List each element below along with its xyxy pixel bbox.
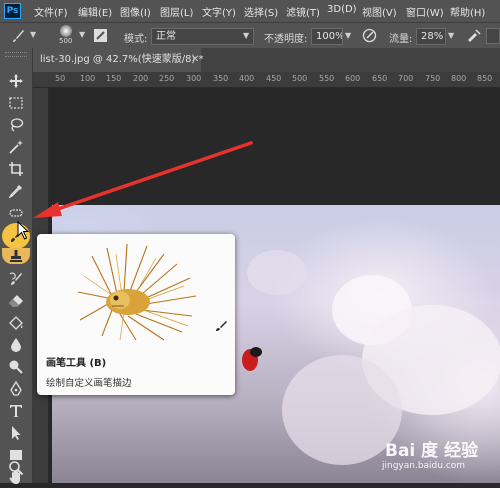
watermark-url: jingyan.baidu.com bbox=[382, 461, 466, 471]
tooltip-title: 画笔工具 (B) bbox=[46, 358, 107, 369]
tooltip-description: 绘制自定义画笔描边 bbox=[46, 378, 132, 389]
tool-tooltip: 画笔工具 (B) 绘制自定义画笔描边 bbox=[37, 234, 235, 395]
baidu-jingyan-watermark: Bai 度 经验 bbox=[385, 441, 479, 461]
cursor-icon bbox=[17, 221, 30, 240]
brush-cursor-icon bbox=[216, 321, 227, 331]
lionfish-preview-image bbox=[77, 243, 197, 341]
